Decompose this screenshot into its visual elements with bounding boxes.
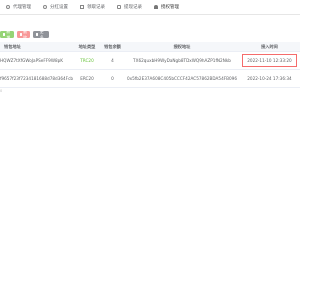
cell-wallet-address: f9657f23f7234181688d78d364Fcb <box>0 69 74 88</box>
nav-label: 授权管理 <box>161 5 179 10</box>
cell-address-type: TRC20 <box>74 51 100 70</box>
cell-wallet-address: HQWZ7tXfGWoJaPSeFF9W8pK <box>0 51 74 70</box>
nav-label: 分红设置 <box>50 5 68 10</box>
list-icon <box>80 5 84 9</box>
header-address-type[interactable]: 地址类型 <box>74 42 100 52</box>
cell-balance: 4 <box>100 51 125 70</box>
table-row[interactable]: f9657f23f7234181688d78d364Fcb ERC20 0 0x… <box>0 69 300 88</box>
header-auth-address[interactable]: 授权地址 <box>125 42 239 52</box>
more-button-label: 更多 <box>39 28 44 40</box>
nav-item-claim-records[interactable]: 领取记录 <box>74 0 111 14</box>
add-button[interactable]: 新增 <box>0 28 14 40</box>
users-icon <box>154 5 158 9</box>
cell-access-time: 2022-11-10 12:33:20 <box>239 51 300 70</box>
header-access-time[interactable]: 接入时间 <box>239 42 300 52</box>
delete-button[interactable]: 删除 <box>17 28 30 40</box>
card-icon <box>117 5 121 9</box>
nav-item-agents[interactable]: 代理管理 <box>0 0 37 14</box>
nav-item-authorization[interactable]: 授权管理 <box>148 0 185 14</box>
nav-item-dividend-settings[interactable]: 分红设置 <box>37 0 74 14</box>
top-nav: 代理管理 分红设置 领取记录 提现记录 授权管理 <box>0 0 300 15</box>
nav-label: 领取记录 <box>87 5 105 10</box>
settings-icon <box>43 5 47 9</box>
header-wallet-balance[interactable]: 钱包余额 <box>100 42 125 52</box>
access-time-value: 2022-11-10 12:33:20 <box>242 54 297 67</box>
toolbar: 新增 删除 更多 <box>0 28 49 40</box>
trash-icon <box>20 33 22 36</box>
cell-address-type: ERC20 <box>74 69 100 88</box>
cell-auth-address: TX62quxbH9WyDaNgb8TDxWQ9hAZP1fN2Nkb <box>125 51 239 70</box>
delete-button-label: 删除 <box>23 28 27 40</box>
add-button-label: 新增 <box>6 28 11 40</box>
cell-access-time: 2022-10-24 17:36:34 <box>239 69 300 88</box>
header-wallet-address[interactable]: 钱包地址 <box>0 42 74 52</box>
cell-balance: 0 <box>100 69 125 88</box>
nav-item-withdraw-records[interactable]: 提现记录 <box>111 0 148 14</box>
more-button[interactable]: 更多 <box>33 28 49 40</box>
cell-auth-address: 0x5fb2E37A608C405bCCCF42AC57862BDA54FB09… <box>125 69 239 88</box>
table-header-row: 钱包地址 地址类型 钱包余额 授权地址 接入时间 <box>0 42 300 52</box>
more-icon <box>36 33 39 36</box>
table-row[interactable]: HQWZ7tXfGWoJaPSeFF9W8pK TRC20 4 TX62quxb… <box>0 51 300 70</box>
footer-text: 0 <box>0 89 3 93</box>
nav-label: 代理管理 <box>13 5 31 10</box>
nav-label: 提现记录 <box>124 5 142 10</box>
user-icon <box>6 5 10 9</box>
plus-icon <box>3 33 5 36</box>
authorization-table: 钱包地址 地址类型 钱包余额 授权地址 接入时间 HQWZ7tXfGWoJaPS… <box>0 42 300 88</box>
